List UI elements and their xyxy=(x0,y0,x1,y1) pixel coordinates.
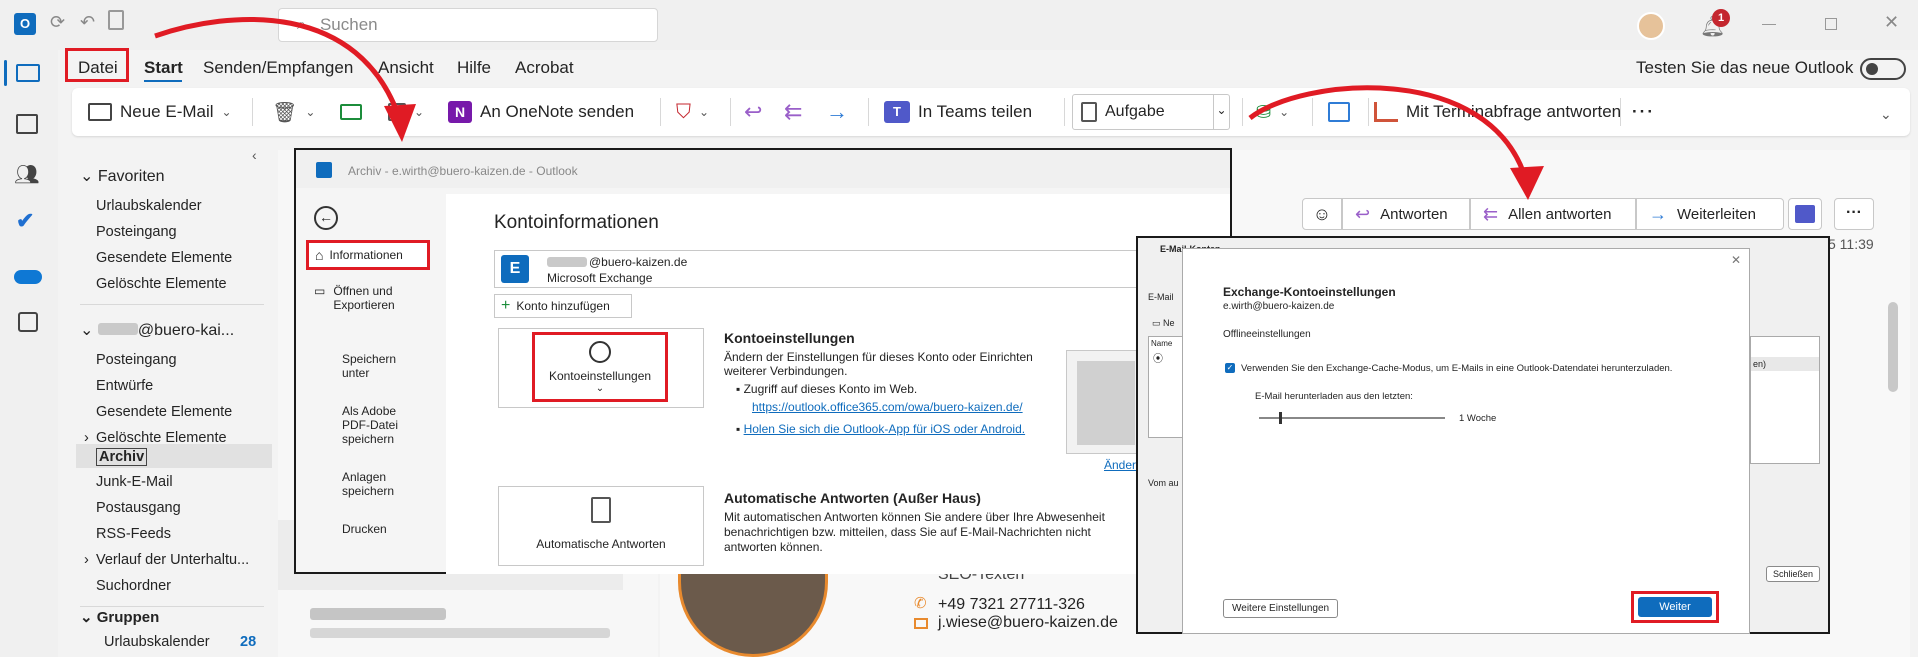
arrowhead xyxy=(384,104,416,142)
arrowhead xyxy=(1510,166,1544,200)
annotation-arrows xyxy=(154,16,1544,200)
arrow-datei-to-backstage xyxy=(154,16,403,121)
arrow-rules-to-dialog xyxy=(1248,85,1529,181)
